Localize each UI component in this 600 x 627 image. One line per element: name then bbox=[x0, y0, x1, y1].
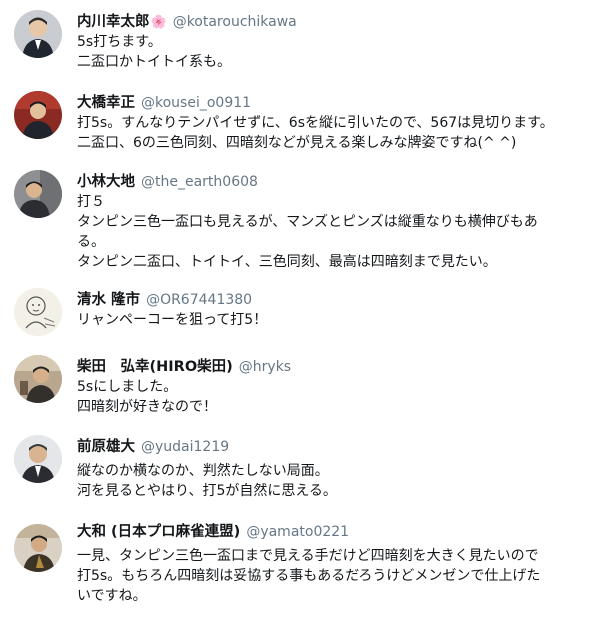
tweet-header: 小林大地 @the_earth0608 bbox=[77, 170, 592, 192]
avatar[interactable] bbox=[14, 288, 62, 336]
tweet-text-line: 二盃口、6の三色同刻、四暗刻などが見える楽しみな牌姿ですね(^ ^) bbox=[77, 135, 517, 151]
tweet-text-line: タンピン三色一盃口も見えるが、マンズとピンズは縦重なりも横伸びもあ bbox=[77, 214, 538, 230]
display-name[interactable]: 柴田 弘幸(HIRO柴田) bbox=[77, 359, 233, 375]
avatar[interactable] bbox=[14, 91, 62, 139]
tweet-text-line: 四暗刻が好きなので！ bbox=[77, 399, 217, 415]
tweet-header: 大橋幸正 @kousei_o0911 bbox=[77, 91, 592, 113]
display-name[interactable]: 大橋幸正 bbox=[77, 95, 135, 111]
user-handle[interactable]: @yudai1219 bbox=[141, 439, 229, 455]
tweet-text-line: 5sにしました。 bbox=[77, 379, 178, 395]
display-name[interactable]: 小林大地 bbox=[77, 174, 135, 190]
display-name[interactable]: 清水 隆市 bbox=[77, 292, 140, 308]
tweet-header: 大和 (日本プロ麻雀連盟) @yamato0221 bbox=[77, 520, 592, 542]
tweet-text-line: いですね。 bbox=[77, 588, 147, 604]
tweet-text-line: リャンペーコーを狙って打5！ bbox=[77, 312, 268, 328]
user-handle[interactable]: @OR67441380 bbox=[146, 292, 252, 308]
avatar[interactable] bbox=[14, 355, 62, 403]
tweet-text-line: 二盃口かトイトイ系も。 bbox=[77, 54, 231, 70]
tweet-text-line: 打５ bbox=[77, 194, 105, 210]
tweet-header: 前原雄大 @yudai1219 bbox=[77, 435, 592, 457]
display-name[interactable]: 大和 (日本プロ麻雀連盟) bbox=[77, 524, 240, 540]
user-handle[interactable]: @kotarouchikawa bbox=[173, 14, 297, 30]
tweet-text-line: 打5s。すんなりテンパイせずに、6sを縦に引いたので、567は見切ります。 bbox=[77, 115, 554, 131]
user-handle[interactable]: @yamato0221 bbox=[246, 524, 349, 540]
user-handle[interactable]: @the_earth0608 bbox=[141, 174, 258, 190]
avatar[interactable] bbox=[14, 10, 62, 58]
flower-emoji: 🌸 bbox=[150, 15, 167, 30]
user-handle[interactable]: @kousei_o0911 bbox=[141, 95, 251, 111]
tweet-text-line: 縦なのか横なのか、判然たしない局面。 bbox=[77, 463, 329, 479]
display-name[interactable]: 前原雄大 bbox=[77, 439, 135, 455]
user-handle[interactable]: @hryks bbox=[239, 359, 291, 375]
tweet-header: 内川幸太郎🌸 @kotarouchikawa bbox=[77, 10, 592, 32]
avatar[interactable] bbox=[14, 524, 62, 572]
tweet-text-line: る。 bbox=[77, 234, 105, 250]
tweet-text-line: タンピン二盃口、トイトイ、三色同刻、最高は四暗刻まで見たい。 bbox=[77, 254, 497, 270]
tweet-header: 清水 隆市 @OR67441380 bbox=[77, 288, 592, 310]
avatar[interactable] bbox=[14, 435, 62, 483]
avatar[interactable] bbox=[14, 170, 62, 218]
tweet-text-line: 河を見るとやはり、打5が自然に思える。 bbox=[77, 483, 337, 499]
tweet-text-line: 5s打ちます。 bbox=[77, 34, 162, 50]
tweet-text-line: 打5s。もちろん四暗刻は妥協する事もあるだろうけどメンゼンで仕上げた bbox=[77, 568, 541, 584]
tweet-text-line: 一見、タンピン三色一盃口まで見える手だけど四暗刻を大きく見たいので bbox=[77, 548, 539, 564]
tweet-header: 柴田 弘幸(HIRO柴田) @hryks bbox=[77, 355, 592, 377]
display-name[interactable]: 内川幸太郎 bbox=[77, 14, 150, 30]
